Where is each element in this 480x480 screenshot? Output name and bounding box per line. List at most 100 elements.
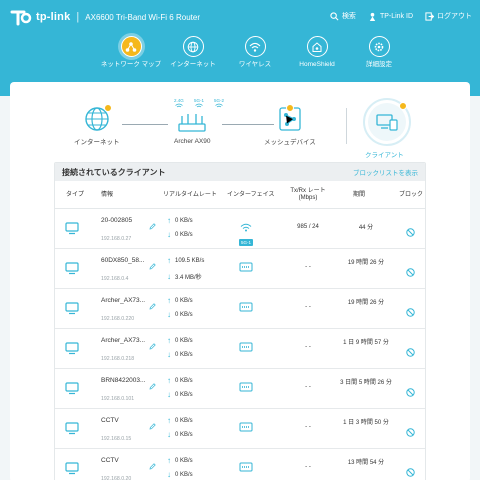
connection-duration: 1 日 3 時間 50 分	[343, 420, 389, 426]
top-bar: tp-link | AX6600 Tri-Band Wi-Fi 6 Router…	[0, 0, 480, 34]
mesh-node[interactable]: メッシュデバイス	[264, 106, 316, 146]
block-button[interactable]	[406, 304, 415, 317]
arrow-down-icon: ↓	[167, 230, 171, 239]
view-blocklist-link[interactable]: ブロックリストを表示	[353, 167, 418, 177]
arrow-down-icon: ↓	[167, 271, 171, 281]
upload-rate: ↑ 0 KB/s	[167, 297, 193, 305]
network-map-icon	[120, 36, 142, 57]
wifi-icon	[175, 103, 183, 108]
arrow-down-icon: ↓	[167, 430, 171, 439]
status-check-icon	[286, 104, 294, 112]
computer-icon	[65, 461, 79, 475]
interface-indicator: 5G-1	[239, 219, 253, 246]
search-icon	[330, 11, 339, 20]
col-txrx: Tx/Rx レート (Mbps)	[290, 188, 326, 201]
block-icon	[406, 424, 415, 441]
edit-icon[interactable]	[149, 217, 156, 230]
device-ip: 192.168.0.4	[101, 276, 129, 282]
txrx-rate: - -	[305, 464, 311, 470]
internet-node[interactable]: インターネット	[74, 106, 120, 146]
main-panel: インターネット 2.4G 5G-1 5G-2 Archer AX90 メッシュデ…	[10, 82, 470, 480]
wifi-icon	[195, 103, 203, 108]
block-button[interactable]	[406, 344, 415, 357]
interface-indicator	[239, 459, 253, 477]
block-button[interactable]	[406, 384, 415, 397]
computer-icon	[65, 301, 79, 315]
interface-indicator	[239, 339, 253, 357]
connection-duration: 19 時間 26 分	[347, 260, 385, 266]
arrow-up-icon: ↑	[167, 256, 171, 265]
ethernet-icon	[239, 419, 253, 437]
edit-icon[interactable]	[149, 457, 156, 470]
nav-wireless[interactable]: ワイヤレス	[224, 36, 286, 69]
block-button[interactable]	[406, 424, 415, 437]
interface-indicator	[239, 419, 253, 437]
interface-indicator	[239, 259, 253, 277]
device-ip: 192.168.0.101	[101, 396, 135, 402]
globe-icon	[182, 36, 204, 57]
logout-button[interactable]: ログアウト	[425, 11, 472, 21]
block-icon	[406, 344, 415, 361]
band-indicator: 2.4G	[174, 98, 184, 109]
id-icon	[369, 12, 376, 21]
download-rate: ↓ 0 KB/s	[167, 310, 193, 319]
col-type: タイプ	[66, 191, 85, 198]
gear-icon	[368, 36, 390, 57]
download-value: 0 KB/s	[175, 432, 193, 438]
col-duration: 期間	[353, 191, 366, 198]
status-check-icon	[104, 104, 112, 112]
download-rate: ↓ 0 KB/s	[167, 471, 193, 479]
nav-internet[interactable]: インターネット	[162, 36, 224, 69]
device-name: 60DX850_58...	[101, 257, 145, 264]
nav-homeshield[interactable]: HomeShield	[286, 36, 348, 69]
nav-network-map[interactable]: ネットワーク マップ	[100, 36, 162, 69]
download-value: 3.4 MB/秒	[175, 275, 202, 281]
block-button[interactable]	[406, 264, 415, 277]
computer-icon	[65, 421, 79, 435]
interface-indicator	[239, 299, 253, 317]
nav-label: ネットワーク マップ	[100, 61, 162, 68]
table-row: CCTV 192.168.0.20 ↑ 0 KB/s ↓ 0 KB/s - - 13 時間 5…	[55, 449, 425, 480]
block-button[interactable]	[406, 464, 415, 477]
download-value: 0 KB/s	[175, 312, 193, 318]
arrow-down-icon: ↓	[167, 310, 171, 319]
col-block: ブロック	[399, 191, 424, 198]
device-name: 20-002805	[101, 217, 133, 224]
arrow-up-icon: ↑	[167, 376, 171, 385]
txrx-rate: - -	[305, 384, 311, 390]
nav-advanced[interactable]: 詳細設定	[348, 36, 410, 69]
arrow-up-icon: ↑	[167, 456, 171, 465]
edit-icon[interactable]	[149, 297, 156, 310]
txrx-rate: 985 / 24	[297, 224, 319, 230]
edit-icon[interactable]	[149, 257, 156, 270]
upload-value: 0 KB/s	[175, 458, 193, 464]
edit-icon[interactable]	[149, 337, 156, 350]
table-header: タイプ 情報 リアルタイムレート インターフェイス Tx/Rx レート (Mbp…	[55, 181, 425, 209]
tplink-id-button[interactable]: TP-Link ID	[368, 12, 413, 21]
edit-icon[interactable]	[149, 417, 156, 430]
tp-link-logo-icon	[10, 8, 32, 26]
search-button[interactable]: 検索	[330, 11, 356, 21]
connection-duration: 19 時間 26 分	[347, 300, 385, 306]
col-info: 情報	[101, 191, 114, 198]
brand: tp-link | AX6600 Tri-Band Wi-Fi 6 Router	[10, 8, 200, 26]
router-icon	[178, 114, 206, 132]
upload-value: 0 KB/s	[175, 298, 193, 304]
upload-rate: ↑ 0 KB/s	[167, 456, 193, 465]
logo-text: tp-link	[36, 11, 71, 23]
download-value: 0 KB/s	[175, 392, 193, 398]
search-label: 検索	[341, 13, 356, 20]
table-row: 60DX850_58... 192.168.0.4 ↑ 109.5 KB/s ↓ 3.4 …	[55, 249, 425, 289]
card-title: 接続されているクライアント	[62, 167, 166, 177]
interface-indicator	[239, 379, 253, 397]
download-rate: ↓ 3.4 MB/秒	[167, 272, 202, 281]
table-row: BRN8422003... 192.168.0.101 ↑ 0 KB/s ↓ 0 KB/s…	[55, 369, 425, 409]
block-button[interactable]	[406, 224, 415, 237]
router-node[interactable]: Archer AX90	[174, 114, 211, 145]
download-rate: ↓ 0 KB/s	[167, 230, 193, 239]
edit-icon[interactable]	[149, 377, 156, 390]
table-row: Archer_AX73... 192.168.0.220 ↑ 0 KB/s ↓ 0 KB/…	[55, 289, 425, 329]
upload-value: 0 KB/s	[175, 338, 193, 344]
main-nav: ネットワーク マップ インターネット ワイヤレス HomeShield 詳細設定	[100, 36, 410, 69]
device-ip: 192.168.0.20	[101, 476, 132, 480]
